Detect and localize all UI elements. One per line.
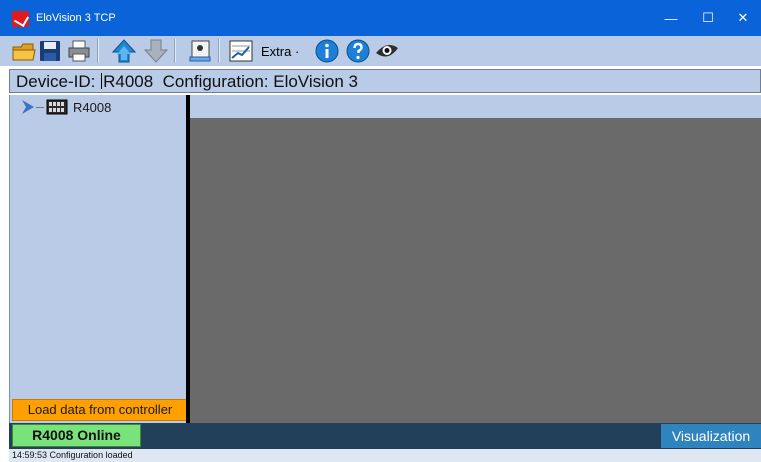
eye-icon[interactable]	[374, 38, 400, 64]
toolbar-separator	[97, 39, 99, 63]
window-title: EloVision 3 TCP	[36, 12, 116, 24]
info-icon[interactable]	[314, 38, 340, 64]
status-bar-log: 14:59:53 Configuration loaded	[9, 449, 761, 462]
upload-icon[interactable]	[111, 38, 137, 64]
device-id-label: Device-ID:	[16, 72, 96, 91]
connection-status-row: R4008 Online Visualization	[9, 423, 761, 449]
tree-item-label: R4008	[73, 99, 112, 115]
workspace-area	[190, 118, 761, 423]
help-icon[interactable]	[345, 38, 371, 64]
device-tree-panel: R4008 Load data from controller	[9, 95, 188, 423]
title-bar: EloVision 3 TCP — ☐ ✕	[0, 0, 761, 36]
online-status-badge: R4008 Online	[12, 424, 141, 447]
device-header-text: Device-ID: R4008 Configuration: EloVisio…	[16, 72, 358, 92]
print-icon[interactable]	[66, 38, 92, 64]
chart-icon[interactable]	[228, 38, 254, 64]
text-cursor	[101, 73, 103, 89]
tree-connector	[36, 106, 44, 108]
device-id-value[interactable]: R4008	[103, 72, 153, 91]
toolbar-separator	[174, 39, 176, 63]
device-config-icon[interactable]	[187, 38, 213, 64]
close-button[interactable]: ✕	[720, 0, 761, 36]
save-icon[interactable]	[37, 38, 63, 64]
app-logo-icon	[12, 11, 29, 27]
extra-menu[interactable]: Extra ·	[261, 44, 299, 59]
controller-device-icon	[46, 99, 68, 115]
open-folder-icon[interactable]	[11, 38, 37, 64]
load-data-button[interactable]: Load data from controller	[12, 399, 188, 421]
toolbar-separator	[218, 39, 220, 63]
visualization-button[interactable]: Visualization	[661, 424, 761, 448]
download-icon[interactable]	[143, 38, 169, 64]
configuration-label: Configuration:	[162, 72, 269, 91]
workspace-header	[190, 95, 761, 118]
toolbar: Extra ·	[0, 36, 761, 66]
configuration-value: EloVision 3	[273, 72, 358, 91]
chevron-right-icon[interactable]	[20, 99, 36, 115]
tree-item-r4008[interactable]: R4008	[20, 97, 111, 117]
device-header: Device-ID: R4008 Configuration: EloVisio…	[9, 69, 761, 93]
